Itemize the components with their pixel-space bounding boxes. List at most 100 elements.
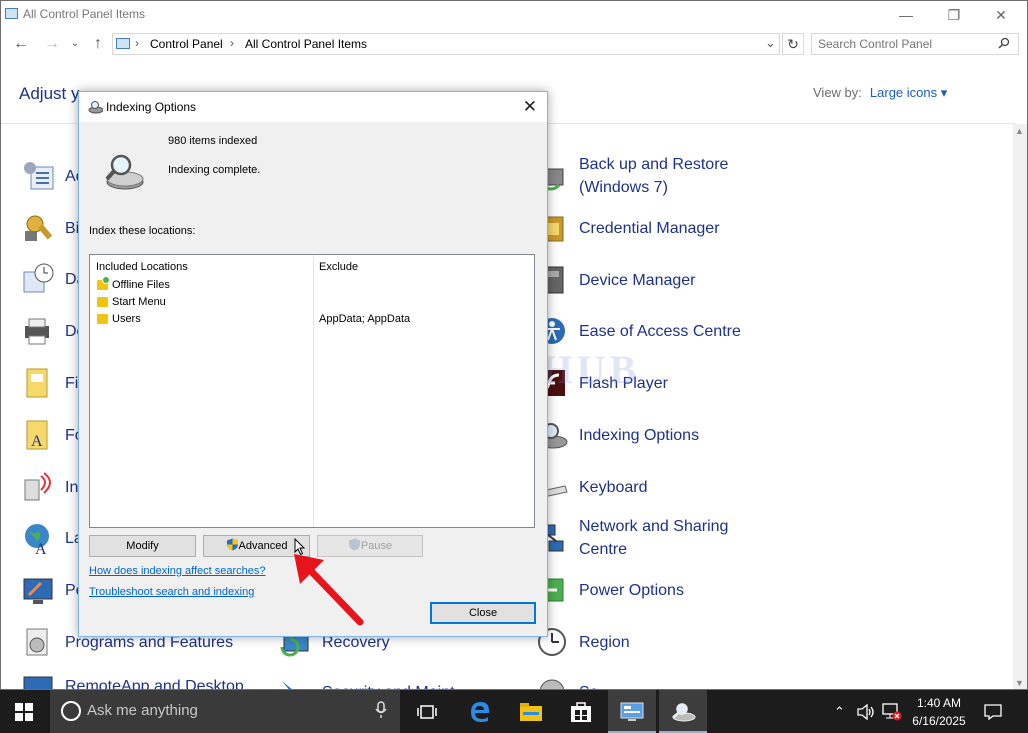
item-device-manager[interactable]: Device Manager [535, 263, 696, 297]
task-view-icon [417, 704, 437, 719]
troubleshoot-link[interactable]: Troubleshoot search and indexing [89, 586, 254, 598]
scroll-up-icon[interactable]: ▲ [1015, 126, 1024, 136]
pause-label: Pause [360, 540, 393, 552]
address-dropdown-icon[interactable]: ⌄ [765, 35, 776, 51]
item-remoteapp[interactable]: RemoteApp and Desktop [21, 669, 244, 690]
indexing-options-taskbar-button[interactable] [659, 690, 707, 733]
file-history-icon [26, 368, 48, 398]
control-panel-icon [5, 8, 18, 19]
column-header-exclude[interactable]: Exclude [319, 261, 358, 273]
action-center-button[interactable] [984, 690, 1002, 733]
sync-badge-icon [102, 276, 110, 284]
navigation-bar: ← → ⌄ ↑ › Control Panel › All Control Pa… [1, 29, 1027, 59]
item-power-options[interactable]: Power Options [535, 573, 684, 607]
dialog-title-bar: Indexing Options ✕ [79, 92, 547, 122]
item-internet-options[interactable]: In [21, 470, 78, 504]
minimize-button[interactable]: — [891, 5, 921, 25]
item-label-line: (Windows 7) [579, 179, 668, 196]
item-fonts[interactable]: A Fo [21, 418, 84, 452]
store-button[interactable] [557, 690, 605, 733]
indexing-status: Indexing complete. [168, 164, 261, 176]
item-devices-printers[interactable]: De [21, 314, 85, 348]
item-file-history[interactable]: Fi [21, 366, 78, 400]
title-bar: All Control Panel Items — ❐ ✕ [1, 1, 1027, 29]
search-box[interactable] [811, 33, 1019, 55]
close-window-button[interactable]: ✕ [986, 5, 1016, 25]
column-divider [313, 255, 314, 527]
item-label: RemoteApp and Desktop [65, 677, 244, 690]
breadcrumb-control-panel[interactable]: Control Panel [150, 37, 223, 51]
folder-icon [97, 314, 108, 324]
refresh-button[interactable]: ↻ [782, 33, 804, 55]
forward-button[interactable]: → [41, 34, 63, 54]
locations-list[interactable]: Included Locations Exclude Offline Files… [89, 254, 535, 528]
location-start-menu[interactable]: Start Menu [112, 296, 166, 308]
item-credential-manager[interactable]: Credential Manager [535, 211, 720, 245]
item-label: Region [579, 633, 630, 651]
modify-button[interactable]: Modify [89, 535, 196, 557]
close-button[interactable]: Close [430, 602, 536, 624]
dialog-close-icon[interactable]: ✕ [523, 97, 537, 117]
annotation-arrow-icon [294, 554, 364, 626]
item-sound[interactable]: So [535, 675, 599, 689]
tray-overflow-button[interactable]: ⌃ [834, 690, 845, 733]
edge-browser-icon [471, 701, 489, 722]
clock-time: 1:40 AM [916, 696, 962, 710]
clock[interactable]: 1:40 AM 6/16/2025 [906, 694, 972, 730]
scroll-down-icon[interactable]: ▼ [1015, 678, 1024, 688]
index-locations-label: Index these locations: [89, 225, 196, 237]
item-backup-restore[interactable]: Back up and Restore (Windows 7) [535, 153, 728, 199]
item-action-center[interactable]: Ac [21, 159, 84, 193]
item-region[interactable]: Region [535, 625, 630, 659]
item-ease-of-access[interactable]: Ease of Access Centre [535, 314, 741, 348]
view-by: View by: Large icons ▾ [813, 85, 947, 101]
personalization-icon [23, 578, 53, 604]
item-personalization[interactable]: Pe [21, 573, 85, 607]
indexing-options-icon [88, 101, 103, 114]
how-indexing-link[interactable]: How does indexing affect searches? [89, 565, 266, 577]
microphone-icon[interactable] [375, 701, 387, 723]
control-panel-icon [620, 702, 644, 721]
item-indexing-options[interactable]: Indexing Options [535, 418, 699, 452]
volume-button[interactable] [857, 690, 875, 733]
item-label-line: Back up and Restore [579, 156, 729, 173]
location-users[interactable]: Users [112, 313, 141, 325]
control-panel-icon [116, 38, 130, 49]
item-language[interactable]: A La [21, 521, 83, 555]
item-keyboard[interactable]: Keyboard [535, 470, 648, 504]
folder-icon [97, 297, 108, 307]
item-label: Fi [65, 374, 79, 392]
uac-shield-icon [226, 538, 238, 551]
sound-icon [539, 679, 565, 689]
windows-logo-icon [15, 702, 33, 721]
security-maintenance-icon [282, 681, 292, 689]
control-panel-taskbar-button[interactable] [608, 690, 656, 733]
page-heading: Adjust y [19, 84, 80, 103]
taskbar-search-text: Ask me anything [87, 702, 198, 719]
maximize-button[interactable]: ❐ [939, 5, 969, 25]
breadcrumb-all-items[interactable]: All Control Panel Items [245, 37, 367, 51]
up-button[interactable]: ↑ [87, 34, 109, 54]
item-bitlocker[interactable]: Bi [21, 211, 79, 245]
clock-date: 6/16/2025 [912, 714, 966, 728]
back-button[interactable]: ← [10, 34, 32, 54]
item-network-sharing[interactable]: Network and Sharing Centre [535, 515, 728, 561]
location-offline-files[interactable]: Offline Files [112, 279, 170, 291]
taskbar-search-box[interactable]: Ask me anything [50, 690, 400, 733]
search-input[interactable] [818, 34, 993, 54]
file-explorer-icon [520, 702, 542, 721]
address-bar[interactable]: › Control Panel › All Control Panel Item… [112, 33, 780, 55]
recent-locations-icon[interactable]: ⌄ [64, 34, 86, 54]
item-label-line: Network and Sharing [579, 518, 729, 535]
network-button[interactable] [882, 690, 902, 733]
item-label: Credential Manager [579, 219, 720, 237]
view-by-dropdown[interactable]: Large icons ▾ [870, 85, 947, 100]
task-view-button[interactable] [403, 690, 451, 733]
item-date-time[interactable]: Da [21, 262, 85, 296]
vertical-scrollbar[interactable]: ▲ ▼ [1013, 124, 1027, 689]
item-security-maintenance[interactable]: Security and Maint [278, 675, 455, 689]
column-header-included[interactable]: Included Locations [96, 261, 188, 273]
file-explorer-button[interactable] [507, 690, 555, 733]
start-button[interactable] [0, 690, 48, 733]
edge-button[interactable] [456, 690, 504, 733]
